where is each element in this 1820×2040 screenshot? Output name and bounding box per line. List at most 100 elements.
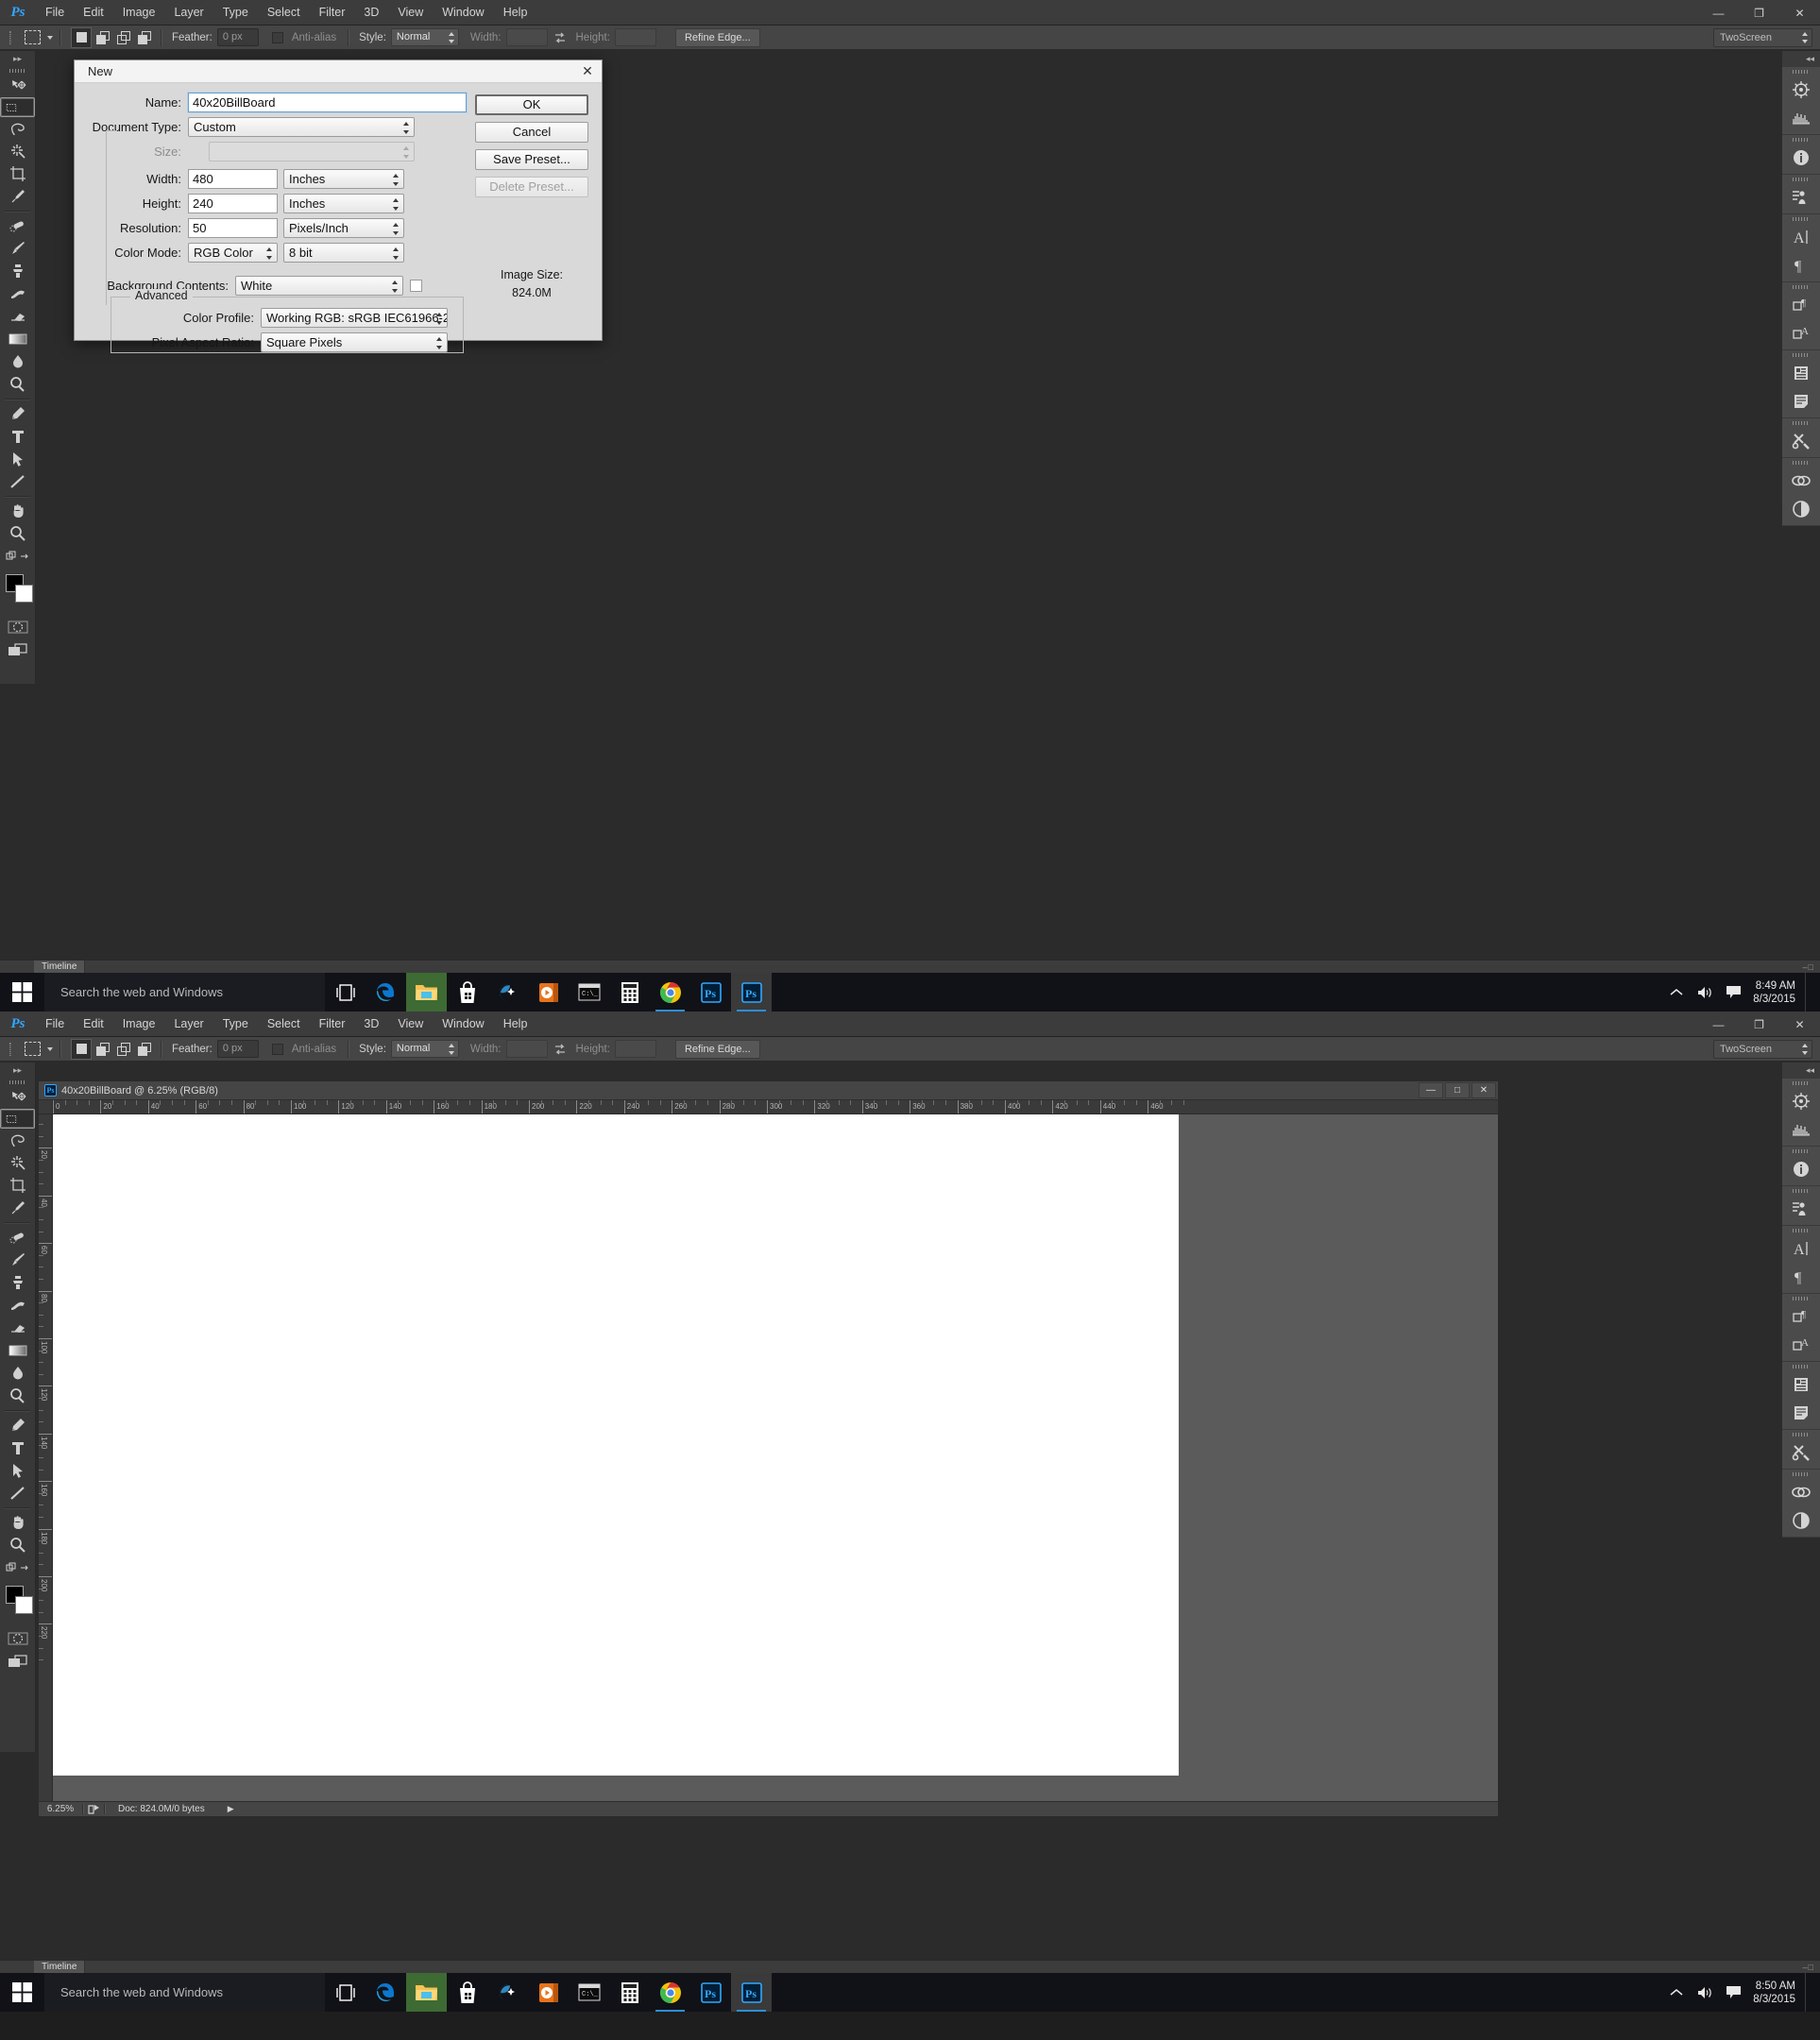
refine-edge-button[interactable]: Refine Edge... — [674, 27, 760, 47]
action-center-icon-bottom[interactable] — [1719, 1973, 1747, 2012]
google-chrome-icon-bottom[interactable] — [650, 1973, 690, 2012]
dock-grip-4-bottom[interactable] — [1782, 1226, 1820, 1234]
tool-presets-panel-icon[interactable] — [1782, 427, 1820, 455]
tool-move[interactable] — [0, 75, 35, 97]
dock-grip-8-bottom[interactable] — [1782, 1470, 1820, 1478]
restore-button[interactable]: ❐ — [1739, 0, 1779, 26]
document-close-button[interactable]: ✕ — [1471, 1082, 1496, 1098]
tool-edit-toolbar-bottom[interactable] — [0, 1556, 35, 1579]
menu-select[interactable]: Select — [258, 0, 310, 26]
dock-grip-6-bottom[interactable] — [1782, 1362, 1820, 1370]
width-input[interactable] — [505, 28, 548, 46]
menu-3d[interactable]: 3D — [354, 0, 388, 26]
tool-spot-healing-brush[interactable] — [0, 214, 35, 237]
microsoft-edge-icon-bottom[interactable] — [366, 1973, 406, 2012]
tool-move-bottom[interactable] — [0, 1086, 35, 1109]
tools-grip[interactable] — [0, 66, 35, 75]
character-panel-icon-bottom[interactable]: A — [1782, 1234, 1820, 1263]
canvas-scroll-area[interactable] — [53, 1114, 1498, 1801]
intersect-selection-button[interactable] — [133, 26, 154, 48]
tool-preset-chevron-icon[interactable] — [47, 35, 53, 40]
timeline-collapse-icon-bottom[interactable]: ‒□ — [1803, 1963, 1820, 1972]
minimize-button-bottom[interactable]: — — [1698, 1012, 1739, 1037]
height-input-dialog[interactable]: 240 — [188, 194, 278, 213]
tool-zoom-bottom[interactable] — [0, 1534, 35, 1556]
timeline-tab-top[interactable]: Timeline — [34, 960, 86, 974]
cancel-button[interactable]: Cancel — [475, 122, 588, 143]
tool-brush[interactable] — [0, 237, 35, 260]
tool-eyedropper-bottom[interactable] — [0, 1197, 35, 1219]
minimize-button[interactable]: — — [1698, 0, 1739, 26]
photoshop-icon-2-bottom[interactable]: Ps — [731, 1973, 772, 2012]
file-explorer-icon[interactable] — [406, 973, 447, 1012]
show-desktop-button-top[interactable] — [1805, 973, 1812, 1012]
dock-grip-2[interactable] — [1782, 135, 1820, 144]
background-color-preview-swatch[interactable] — [410, 280, 422, 292]
vertical-ruler[interactable]: 020406080100120140160180200220 — [39, 1100, 53, 1801]
dock-grip-4[interactable] — [1782, 214, 1820, 223]
height-input[interactable] — [614, 28, 656, 46]
start-button-bottom[interactable] — [0, 1973, 44, 2012]
zoom-level-field[interactable]: 6.25% — [39, 1804, 82, 1814]
paragraph-styles-panel-icon-bottom[interactable]: A — [1782, 1331, 1820, 1359]
layer-comps-panel-icon-bottom[interactable] — [1782, 1195, 1820, 1223]
ok-button[interactable]: OK — [475, 94, 588, 115]
tool-edit-toolbar[interactable] — [0, 545, 35, 568]
anti-alias-checkbox[interactable] — [271, 31, 283, 43]
dock-grip-7-bottom[interactable] — [1782, 1430, 1820, 1438]
properties-panel-icon-bottom[interactable] — [1782, 1370, 1820, 1399]
tool-preset-chevron-icon-bottom[interactable] — [47, 1046, 53, 1051]
options-bar-grip-bottom[interactable] — [4, 1037, 17, 1062]
horizontal-ruler[interactable]: 0 20 40 60 80 100 120 140 160 180 200 220 240 260 280 3… — [53, 1100, 1498, 1114]
tools-grip-bottom[interactable] — [0, 1078, 35, 1086]
background-color-swatch-bottom[interactable] — [15, 1596, 33, 1614]
notes-panel-icon[interactable] — [1782, 387, 1820, 416]
menu-file-bottom[interactable]: File — [36, 1012, 74, 1037]
tools-expand-icon[interactable]: ▸▸ — [0, 51, 35, 66]
tool-presets-panel-icon-bottom[interactable] — [1782, 1438, 1820, 1467]
menu-edit-bottom[interactable]: Edit — [74, 1012, 113, 1037]
creative-cloud-libraries-panel-icon[interactable] — [1782, 467, 1820, 495]
tool-eraser[interactable] — [0, 305, 35, 328]
menu-file[interactable]: File — [36, 0, 74, 26]
pixel-aspect-ratio-select[interactable]: Square Pixels — [261, 332, 448, 352]
character-styles-panel-icon-bottom[interactable]: ¶ — [1782, 1302, 1820, 1331]
creative-cloud-libraries-panel-icon-bottom[interactable] — [1782, 1478, 1820, 1506]
width-input-bottom[interactable] — [505, 1040, 548, 1058]
tool-lasso[interactable] — [0, 117, 35, 140]
anti-alias-checkbox-bottom[interactable] — [271, 1043, 283, 1055]
command-prompt-icon-bottom[interactable]: C:\_ — [569, 1973, 609, 2012]
tool-dodge[interactable] — [0, 373, 35, 396]
media-player-icon[interactable] — [528, 973, 569, 1012]
search-box-top[interactable]: Search the web and Windows — [44, 973, 325, 1012]
rectangular-marquee-icon[interactable] — [25, 30, 41, 44]
feather-input[interactable]: 0 px — [216, 28, 259, 46]
menu-view-bottom[interactable]: View — [388, 1012, 433, 1037]
dock-grip-5[interactable] — [1782, 282, 1820, 291]
photoshop-icon-1-bottom[interactable]: Ps — [690, 1973, 731, 2012]
dock-collapse-icon-bottom[interactable]: ◂◂ — [1782, 1062, 1820, 1079]
swap-width-height-icon-bottom[interactable] — [553, 1043, 567, 1056]
google-chrome-icon[interactable] — [650, 973, 690, 1012]
screen-mode-button[interactable] — [0, 638, 35, 661]
dock-grip-7[interactable] — [1782, 418, 1820, 427]
cortana-icon-bottom[interactable] — [487, 1973, 528, 2012]
menu-type[interactable]: Type — [213, 0, 258, 26]
save-preset-button[interactable]: Save Preset... — [475, 149, 588, 170]
dock-grip-3[interactable] — [1782, 175, 1820, 183]
action-center-icon[interactable] — [1719, 973, 1747, 1012]
task-view-icon-bottom[interactable] — [325, 1973, 366, 2012]
restore-button-bottom[interactable]: ❐ — [1739, 1012, 1779, 1037]
histogram-panel-icon[interactable] — [1782, 104, 1820, 132]
tool-line-bottom[interactable] — [0, 1482, 35, 1504]
file-explorer-icon-bottom[interactable] — [406, 1973, 447, 2012]
feather-input-bottom[interactable]: 0 px — [216, 1040, 259, 1058]
add-to-selection-button-bottom[interactable] — [92, 1038, 112, 1060]
histogram-panel-icon-bottom[interactable] — [1782, 1115, 1820, 1144]
dock-grip-8[interactable] — [1782, 458, 1820, 467]
photoshop-icon-1[interactable]: Ps — [690, 973, 731, 1012]
clock-bottom[interactable]: 8:50 AM 8/3/2015 — [1747, 1980, 1805, 2006]
dock-grip-3-bottom[interactable] — [1782, 1186, 1820, 1195]
subtract-from-selection-button-bottom[interactable] — [112, 1038, 133, 1060]
tool-clone-stamp-bottom[interactable] — [0, 1271, 35, 1294]
